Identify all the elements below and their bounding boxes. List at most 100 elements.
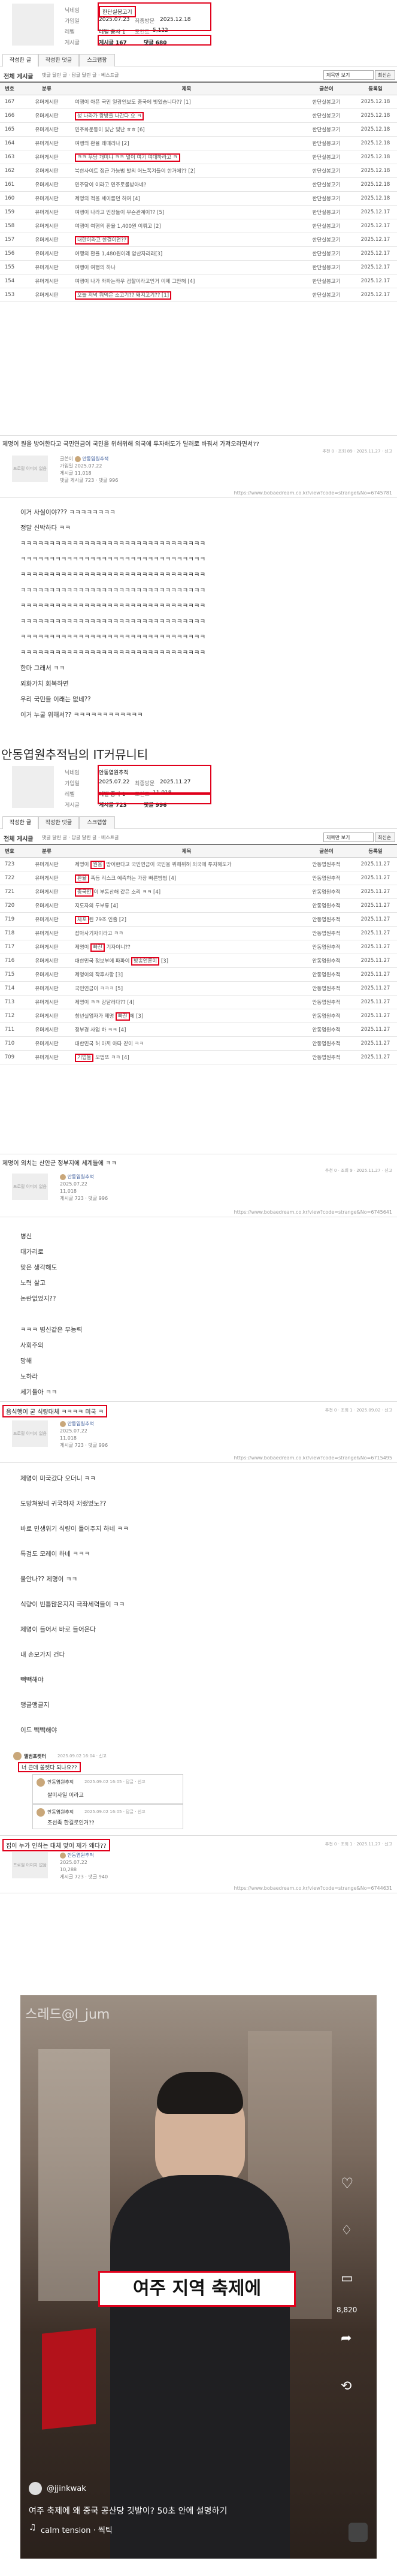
table-row[interactable]: 712 유머게시판 청년실업자가 제명 빠진 에 [3] 안동엽원추적 2025.11.2… (0, 1009, 397, 1023)
row-title-post[interactable]: 방어한다고 국민연금이 국민을 위해위해 외국에 투자해도가 (105, 862, 232, 868)
row-author[interactable]: 안동엽원추적 (299, 981, 354, 996)
row-author[interactable]: 안동엽원추적 (299, 954, 354, 968)
table-row[interactable]: 166 유머게시판 성 나라가 왕방을 나간다 요 ㅋ 한단실봉고기 2025.12.1… (0, 108, 397, 123)
channel-handle[interactable]: @jjinkwak (47, 2484, 86, 2493)
dislike-icon[interactable]: ♢ (341, 2223, 353, 2238)
row-author[interactable]: 한단실봉고기 (299, 122, 354, 137)
table-row[interactable]: 719 유머게시판 체포 된 79조 인출 [2] 안동엽원추적 2025.11.27 (0, 912, 397, 927)
table-row[interactable]: 717 유머게시판 제명이 빠진 기자이니?? 안동엽원추적 2025.11.27 (0, 940, 397, 954)
table-row[interactable]: 161 유머게시판 민주당이 이라고 민주로롤받아네? 한단실봉고기 2025.12.1… (0, 177, 397, 192)
row-title-post[interactable]: 제명이 ㅋㅋ 강달러다?? [4] (75, 1000, 135, 1006)
table-row[interactable]: 715 유머게시판 제명이의 작후사항 [3] 안동엽원추적 2025.11.27 (0, 967, 397, 982)
row-title-text[interactable]: 제명의 적을 세이를던 허여 [4] (75, 196, 140, 202)
table-row[interactable]: 723 유머게시판 제명이 원을 방어한다고 국민연금이 국민을 위해위해 외국에 … (0, 857, 397, 871)
row-author[interactable]: 안동엽원추적 (299, 871, 354, 885)
row-author[interactable]: 한단실봉고기 (299, 95, 354, 109)
row-title-post[interactable]: 폭등 리스크 예측하는 가장 빠른방법 [4] (89, 876, 176, 882)
tab-comments[interactable]: 작성한 댓글 (38, 54, 79, 67)
row-title-pre[interactable]: 대한민국 정보부에 파파이 (75, 958, 131, 964)
row-author[interactable]: 한단실봉고기 (299, 205, 354, 219)
board-filters[interactable]: 댓글 달린 글 · 답글 달린 글 · 베스트글 (42, 72, 119, 79)
row-author[interactable]: 한단실봉고기 (299, 246, 354, 261)
table-row[interactable]: 158 유머게시판 여행이 여행의 환율 1,400원 이뤄고 [2] 한단실봉고기 2… (0, 219, 397, 233)
row-title-text[interactable]: 여행의 환율 1,480원이레 암산자리라[3] (75, 251, 162, 257)
row-author[interactable]: 한단실봉고기 (299, 191, 354, 206)
row-title-post[interactable]: 에 [3] (130, 1013, 144, 1019)
share-icon[interactable]: ➦ (341, 2331, 351, 2346)
row-title[interactable]: 오늘 저녁 뭐먹은 소고기?? 돼지고기?? [1] (74, 288, 299, 302)
row-title[interactable]: 여행의 환율 1,480원이레 암산자리라[3] (74, 246, 299, 261)
row-author[interactable]: 안동엽원추적 (299, 1036, 354, 1051)
table-row[interactable]: 160 유머게시판 제명의 적을 세이를던 허여 [4] 한단실봉고기 2025.12.… (0, 191, 397, 206)
row-title[interactable]: 민주당이 이라고 민주로롤받아네? (74, 177, 299, 192)
row-author[interactable]: 안동엽원추적 (299, 1022, 354, 1037)
row-author[interactable]: 안동엽원추적 (299, 912, 354, 927)
table-row[interactable]: 716 유머게시판 대한민국 정보부에 파파이 방송언론이 [3] 안동엽원추적 202… (0, 954, 397, 968)
row-author[interactable]: 안동엽원추적 (299, 857, 354, 871)
row-author[interactable]: 한단실봉고기 (299, 136, 354, 150)
row-author[interactable]: 한단실봉고기 (299, 164, 354, 178)
row-title-mark[interactable]: 빠진 (90, 943, 105, 952)
row-title[interactable]: 제명이 원을 방어한다고 국민연금이 국민을 위해위해 외국에 투자해도가 (74, 857, 299, 871)
row-title-text[interactable]: 민주화운동이 빛난 빛난 ㅎㅎ [6] (75, 127, 145, 133)
row-title-text[interactable]: 여행이 여행의 환율 1,400원 이뤄고 [2] (75, 224, 161, 230)
row-title-mark[interactable]: 환율 (75, 874, 89, 883)
row-title-text[interactable]: 오늘 저녁 뭐먹은 소고기?? 돼지고기?? [1] (75, 291, 172, 300)
remix-icon[interactable]: ⟲ (341, 2379, 351, 2394)
row-title-post[interactable]: [3] (159, 958, 168, 964)
table-row[interactable]: 718 유머게시판 잡아사기자이라고 ㅋㅋ 안동엽원추적 2025.11.27 (0, 926, 397, 940)
row-title-text[interactable]: 여행이 나가 좌파는좌우 검찰이라고인거 이제 그만해 [4] (75, 279, 195, 285)
row-author[interactable]: 안동엽원추적 (299, 926, 354, 940)
table-row[interactable]: 711 유머게시판 정부경 사업 하 ㅋㅋ [4] 안동엽원추적 2025.11.27 (0, 1022, 397, 1037)
reply-author[interactable]: 안동엽원추적 (47, 1809, 74, 1815)
table-row[interactable]: 155 유머게시판 여행이 여행의 하나 한단실봉고기 2025.12.17 (0, 260, 397, 275)
comment-icon[interactable]: ▭ (341, 2271, 353, 2286)
row-title-post[interactable]: 정부경 사업 하 ㅋㅋ [4] (75, 1027, 126, 1033)
row-title-post[interactable]: 기자이니?? (105, 945, 131, 951)
row-title[interactable]: ㅋㅋ 무당 개미냐 ㅋㅋ 덜이 여기 여대하라고 ㅋ (74, 150, 299, 164)
row-title[interactable]: 여행이 여행의 환율 1,400원 이뤄고 [2] (74, 219, 299, 233)
row-author[interactable]: 안동엽원추적 (299, 1050, 354, 1064)
tab-posts[interactable]: 작성한 글 (2, 816, 38, 829)
sort-button[interactable]: 최신순 (375, 70, 395, 80)
row-author[interactable]: 한단실봉고기 (299, 150, 354, 164)
table-row[interactable]: 720 유머게시판 지도자의 두부류 [4] 안동엽원추적 2025.11.27 (0, 898, 397, 913)
row-title-mark[interactable]: 빠진 (115, 1012, 130, 1021)
row-title-text[interactable]: 북한사이트 접근 가능법 발의 어느쪽겨들이 한거에?? [2] (75, 168, 196, 174)
post-title[interactable]: 집이 누가 인하는 대체 맞이 제가 왜다?? (2, 1839, 110, 1851)
table-row[interactable]: 709 유머게시판 기업들 모범또 ㅋㅋ [4] 안동엽원추적 2025.11.27 (0, 1050, 397, 1064)
row-title-mark[interactable]: 기업들 (75, 1054, 94, 1062)
post-title[interactable]: 음식행이 굳 식량대체 ㅋㅋㅋㅋ 미국 ㅋ (2, 1405, 108, 1417)
row-author[interactable]: 안동엽원추적 (299, 940, 354, 954)
row-title-post[interactable]: 지도자의 두부류 [4] (75, 903, 118, 909)
row-title-text[interactable]: 민주당이 이라고 민주로롤받아네? (75, 182, 146, 188)
row-title[interactable]: 여행이 여행의 하나 (74, 260, 299, 275)
commenter-name[interactable]: 앨범포켓터 (24, 1753, 46, 1760)
row-title-mark[interactable]: 체포 (75, 916, 89, 924)
like-icon[interactable]: ♡ (341, 2175, 354, 2192)
row-title-mark[interactable]: 원을 (90, 861, 105, 869)
table-row[interactable]: 162 유머게시판 북한사이트 접근 가능법 발의 어느쪽겨들이 한거에?? [2]… (0, 164, 397, 178)
row-author[interactable]: 안동엽원추적 (299, 967, 354, 982)
row-title[interactable]: 민주화운동이 빛난 빛난 ㅎㅎ [6] (74, 122, 299, 137)
row-author[interactable]: 한단실봉고기 (299, 274, 354, 288)
table-row[interactable]: 164 유머게시판 여행의 환율 왜때리나 [2] 한단실봉고기 2025.12.18 (0, 136, 397, 150)
view-select[interactable]: 제목만 보기 (323, 832, 374, 842)
row-title[interactable]: 여행의 환율 왜때리나 [2] (74, 136, 299, 150)
channel-avatar[interactable] (29, 2482, 42, 2495)
tab-comments[interactable]: 작성한 댓글 (38, 816, 79, 829)
table-row[interactable]: 167 유머게시판 여행이 아픈 국민 일광인보도 중국에 빗었습니다?? [1] 한… (0, 95, 397, 109)
row-author[interactable]: 한단실봉고기 (299, 288, 354, 302)
row-title-post[interactable]: 제명이의 작후사항 [3] (75, 972, 123, 978)
row-title[interactable]: 제명이 ㅋㅋ 강달러다?? [4] (74, 995, 299, 1009)
row-title-text[interactable]: 여행이 여행의 하나 (75, 265, 116, 271)
row-author[interactable]: 안동엽원추적 (299, 1009, 354, 1023)
row-title[interactable]: 정부경 사업 하 ㅋㅋ [4] (74, 1022, 299, 1037)
table-row[interactable]: 710 유머게시판 대한민국 허 아끼 아타 같이 ㅋㅋ 안동엽원추적 2025.11.… (0, 1036, 397, 1051)
row-title-post[interactable]: 이 부동산해 같은 소리 ㅋㅋ [4] (93, 889, 160, 895)
author-name[interactable]: 안동엽원추적 (68, 1174, 94, 1180)
table-row[interactable]: 713 유머게시판 제명이 ㅋㅋ 강달러다?? [4] 안동엽원추적 2025.11.2… (0, 995, 397, 1009)
row-title-post[interactable]: 모범또 ㅋㅋ [4] (93, 1055, 129, 1061)
author-name[interactable]: 안동엽원추적 (68, 1853, 94, 1858)
table-row[interactable]: 722 유머게시판 환율 폭등 리스크 예측하는 가장 빠른방법 [4] 안동엽원추적… (0, 871, 397, 885)
